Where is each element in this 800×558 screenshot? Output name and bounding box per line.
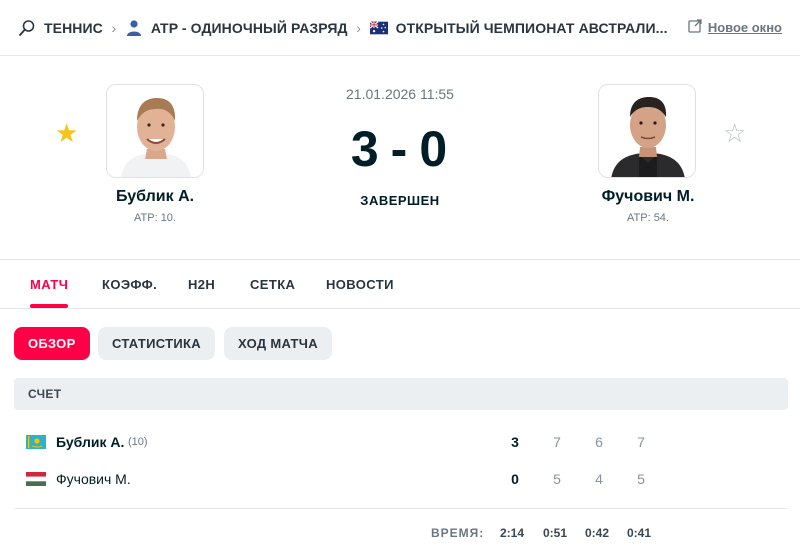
- score-section-header: СЧЕТ: [14, 378, 788, 410]
- match-tabs: МАТЧ КОЭФФ. H2H СЕТКА НОВОСТИ: [0, 260, 800, 309]
- score-separator: -: [390, 121, 410, 177]
- score-set-1: 5: [553, 471, 561, 487]
- score-set-2: 4: [595, 471, 603, 487]
- score-total: 3: [511, 434, 519, 450]
- australia-flag-icon: [369, 19, 388, 37]
- hungary-flag-icon: [26, 472, 46, 486]
- chevron-right-icon: ›: [356, 20, 361, 36]
- breadcrumb-tournament[interactable]: ОТКРЫТЫЙ ЧЕМПИОНАТ АВСТРАЛИ...: [396, 20, 668, 36]
- breadcrumb-category[interactable]: ATP - ОДИНОЧНЫЙ РАЗРЯД: [151, 20, 348, 36]
- match-datetime: 21.01.2026 11:55: [346, 86, 454, 102]
- away-score: 0: [419, 121, 450, 177]
- away-player-rank: ATP: 54.: [627, 212, 669, 224]
- home-player-photo[interactable]: [106, 84, 204, 178]
- score-row-name[interactable]: Фучович М.: [56, 471, 131, 487]
- score-set-3: 5: [637, 471, 645, 487]
- score-set-3: 7: [637, 434, 645, 450]
- score-row-seed: (10): [128, 436, 148, 448]
- score-total: 0: [511, 471, 519, 487]
- away-player-photo[interactable]: [598, 84, 696, 178]
- tennis-racket-icon: [18, 19, 36, 37]
- person-icon: [125, 19, 143, 37]
- score-section-title: СЧЕТ: [28, 387, 62, 401]
- tab-match[interactable]: МАТЧ: [30, 277, 68, 292]
- active-tab-indicator: [30, 304, 68, 308]
- duration-set-3: 0:41: [627, 526, 652, 540]
- kazakhstan-flag-icon: [26, 435, 46, 449]
- away-player-name[interactable]: Фучович М.: [548, 188, 748, 206]
- home-player-rank: ATP: 10.: [134, 212, 176, 224]
- score-set-2: 6: [595, 434, 603, 450]
- breadcrumb: ТЕННИС › ATP - ОДИНОЧНЫЙ РАЗРЯД › ОТКРЫТ…: [0, 0, 800, 56]
- chevron-right-icon: ›: [111, 20, 117, 36]
- tab-news[interactable]: НОВОСТИ: [326, 277, 394, 292]
- duration-label: ВРЕМЯ:: [431, 526, 485, 540]
- breadcrumb-sport[interactable]: ТЕННИС: [44, 20, 103, 36]
- duration-total: 2:14: [500, 526, 525, 540]
- tab-odds[interactable]: КОЭФФ.: [102, 277, 157, 292]
- match-score: 3 - 0: [300, 120, 500, 178]
- score-row-name[interactable]: Бублик А.: [56, 434, 124, 450]
- home-score: 3: [350, 121, 381, 177]
- subtab-overview[interactable]: ОБЗОР: [14, 327, 90, 360]
- home-player-name[interactable]: Бублик А.: [55, 188, 255, 206]
- tab-h2h[interactable]: H2H: [188, 277, 215, 292]
- match-header: ★ Бублик А. ATP: 10. 21.01.2026 11:55 3 …: [0, 56, 800, 260]
- subtab-match-history[interactable]: ХОД МАТЧА: [224, 327, 332, 360]
- score-row-home[interactable]: Бублик А. (10) 3 7 6 7: [14, 425, 788, 461]
- match-status: ЗАВЕРШЕН: [360, 193, 440, 208]
- duration-set-2: 0:42: [585, 526, 610, 540]
- duration-set-1: 0:51: [543, 526, 568, 540]
- tab-draw[interactable]: СЕТКА: [250, 277, 295, 292]
- divider: [14, 508, 788, 509]
- score-set-1: 7: [553, 434, 561, 450]
- score-row-away[interactable]: Фучович М. 0 5 4 5: [14, 462, 788, 498]
- subtab-statistics[interactable]: СТАТИСТИКА: [98, 327, 215, 360]
- favorite-star-icon-home[interactable]: ★: [55, 120, 78, 146]
- new-window-label: Новое окно: [707, 20, 782, 35]
- favorite-star-outline-icon-away[interactable]: ☆: [723, 120, 746, 146]
- external-window-icon: [688, 19, 702, 36]
- new-window-link[interactable]: Новое окно: [688, 19, 782, 36]
